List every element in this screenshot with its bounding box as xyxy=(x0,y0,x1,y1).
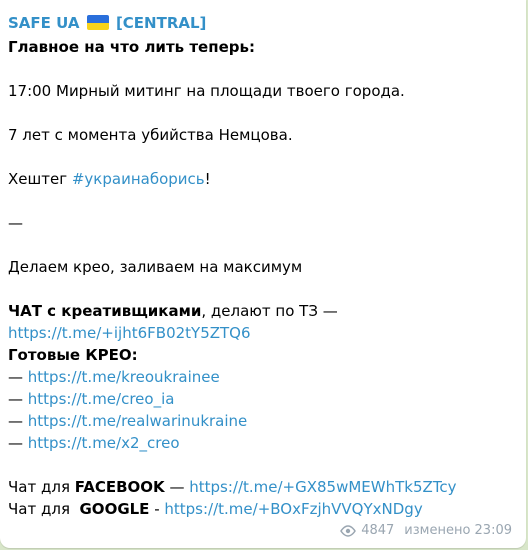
eye-icon xyxy=(340,525,357,537)
chat-creatives-line: ЧАТ с креативщиками, делают по ТЗ — xyxy=(8,300,516,322)
creo-link-realwarinukraine[interactable]: https://t.me/realwarinukraine xyxy=(28,412,248,430)
nemtsov-line: 7 лет с момента убийства Немцова. xyxy=(8,126,293,144)
google-chat-line: Чат для GOOGLE - https://t.me/+BOxFzjhVV… xyxy=(8,498,516,520)
facebook-sep: — xyxy=(164,478,190,496)
view-count: 4847 xyxy=(361,523,395,538)
creo-link-x2-creo[interactable]: https://t.me/x2_creo xyxy=(28,434,180,452)
facebook-label: FACEBOOK xyxy=(74,478,165,496)
creo-dash: — xyxy=(8,390,23,408)
google-chat-link[interactable]: https://t.me/+BOxFzjhVVQYxNDgy xyxy=(164,500,422,518)
hashtag-suffix: ! xyxy=(204,170,211,188)
edited-timestamp: изменено 23:09 xyxy=(404,523,512,538)
channel-title: SAFE UA xyxy=(8,14,80,32)
chat-creatives-link[interactable]: https://t.me/+ijht6FB02tY5ZTQ6 xyxy=(8,324,251,342)
hashtag-prefix: Хештег xyxy=(8,170,72,188)
ukraine-flag-icon xyxy=(86,15,109,30)
creo-dash: — xyxy=(8,368,23,386)
creo-link-creo-ia[interactable]: https://t.me/creo_ia xyxy=(28,390,175,408)
creo-link-row: — https://t.me/x2_creo xyxy=(8,432,516,454)
chat-creatives-link-line: https://t.me/+ijht6FB02tY5ZTQ6 xyxy=(8,322,516,344)
post-heading: Главное на что лить теперь: xyxy=(8,38,255,56)
creo-link-kreoukrainee[interactable]: https://t.me/kreoukrainee xyxy=(28,368,220,386)
creo-dash: — xyxy=(8,434,23,452)
google-prefix: Чат для xyxy=(8,500,80,518)
chat-creatives-desc: , делают по ТЗ — xyxy=(201,302,338,320)
message-bubble: SAFE UA [CENTRAL] Главное на что лить те… xyxy=(0,0,526,548)
creo-dash: — xyxy=(8,412,23,430)
chat-creatives-label: ЧАТ с креативщиками xyxy=(8,302,202,320)
creo-link-row: — https://t.me/creo_ia xyxy=(8,388,516,410)
facebook-prefix: Чат для xyxy=(8,478,75,496)
google-label: GOOGLE xyxy=(79,500,150,518)
separator-dash: — xyxy=(8,214,23,232)
hashtag-link[interactable]: #украинаборись xyxy=(72,170,205,188)
google-sep: - xyxy=(149,500,165,518)
facebook-chat-link[interactable]: https://t.me/+GX85wMEWhTk5ZTcy xyxy=(189,478,456,496)
hashtag-line: Хештег #украинаборись! xyxy=(8,168,516,190)
meeting-line: 17:00 Мирный митинг на площади твоего го… xyxy=(8,82,405,100)
message-footer: 4847 изменено 23:09 xyxy=(339,522,512,540)
creo-line: Делаем крео, заливаем на максимум xyxy=(8,258,303,276)
facebook-chat-line: Чат для FACEBOOK — https://t.me/+GX85wME… xyxy=(8,476,516,498)
ready-creo-heading: Готовые КРЕО: xyxy=(8,346,138,364)
creo-link-row: — https://t.me/kreoukrainee xyxy=(8,366,516,388)
channel-tag: [CENTRAL] xyxy=(115,14,207,32)
creo-link-row: — https://t.me/realwarinukraine xyxy=(8,410,516,432)
channel-name[interactable]: SAFE UA [CENTRAL] xyxy=(8,12,516,34)
